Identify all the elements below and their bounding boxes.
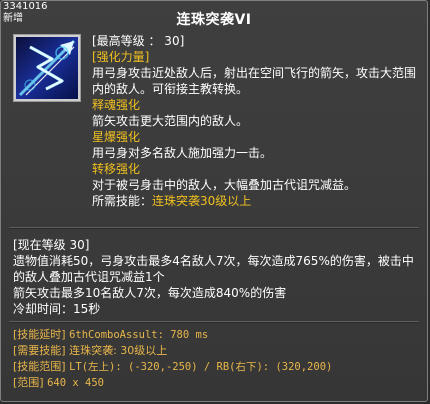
section-text-soul: 箭矢攻击更大范围内的敌人。: [92, 114, 249, 128]
current-level-line-1: 遗物值消耗50，弓身攻击最多4名敌人7次，每次造成765%的伤害，被击中的敌人叠…: [13, 254, 414, 284]
debug-info: [技能延时] 6thComboAssult: 780 ms [需要技能] 连珠突…: [13, 327, 425, 391]
debug-area-value: 640 x 450: [47, 377, 104, 389]
current-level-line-2: 箭矢攻击最多10名敌人7次，每次造成840%的伤害: [13, 286, 287, 300]
debug-delay-value: 6thComboAssult: 780 ms: [69, 329, 209, 341]
required-skill-label: 所需技能：: [92, 194, 153, 208]
current-level-header: [现在等级 30]: [13, 238, 90, 252]
skill-tooltip: 3341016 新增 连珠突袭VI [最高等级 ： 30] [强化力量] 用弓身…: [0, 0, 428, 402]
cooldown-text: 冷却时间：15秒: [13, 302, 101, 316]
skill-title: 连珠突袭VI: [176, 12, 252, 28]
section-header-soul: 释魂强化: [92, 98, 141, 112]
divider: [9, 227, 419, 229]
section-text-star: 用弓身对多名敌人施加强力一击。: [92, 146, 273, 160]
debug-range-value: LT(左上): (-320,-250) / RB(右下): (320,200): [69, 361, 333, 373]
skill-icon-frame: [13, 34, 81, 102]
debug-required-value: 连珠突袭: 30级以上: [69, 344, 168, 357]
section-header-star: 星爆强化: [92, 130, 141, 144]
debug-required-label: [需要技能]: [13, 344, 66, 357]
debug-delay: [技能延时] 6thComboAssult: 780 ms: [13, 327, 425, 343]
required-skill-value: 连珠突袭30级以上: [152, 194, 252, 208]
current-level-info: [现在等级 30] 遗物值消耗50，弓身攻击最多4名敌人7次，每次造成765%的…: [13, 237, 425, 317]
debug-delay-label: [技能延时]: [13, 328, 66, 341]
section-text-transfer: 对于被弓身击中的敌人，大幅叠加古代诅咒减益。: [92, 178, 357, 192]
skill-description: [最高等级 ： 30] [强化力量] 用弓身攻击近处敌人后，射出在空间飞行的箭矢…: [92, 33, 425, 209]
section-header-transfer: 转移强化: [92, 162, 141, 176]
lightning-arrow-skill-icon: [16, 37, 78, 99]
divider-debug: [9, 321, 419, 323]
debug-area-label: [范围]: [13, 376, 44, 389]
required-skill: 所需技能：连珠突袭30级以上: [92, 193, 425, 209]
debug-area: [范围] 640 x 450: [13, 375, 425, 391]
debug-range: [技能范围] LT(左上): (-320,-250) / RB(右下): (32…: [13, 359, 425, 375]
debug-range-label: [技能范围]: [13, 360, 66, 373]
debug-required: [需要技能] 连珠突袭: 30级以上: [13, 343, 425, 359]
section-text-power: 用弓身攻击近处敌人后，射出在空间飞行的箭矢，攻击大范围内的敌人。可衔接主教转换。: [92, 66, 417, 96]
section-header-power: [强化力量]: [92, 50, 150, 64]
max-level: [最高等级 ： 30]: [92, 34, 185, 48]
